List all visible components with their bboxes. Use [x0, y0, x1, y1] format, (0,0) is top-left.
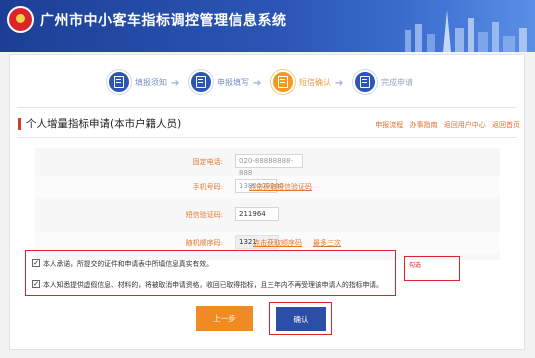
section-title: 个人增量指标申请(本市户籍人员)	[26, 118, 182, 130]
link-user-center[interactable]: 返回用户中心	[444, 121, 486, 129]
form-row-phone: 固定电话: 020-88888888-888	[35, 151, 500, 177]
random-label: 随机顺序码:	[185, 239, 223, 247]
checkbox-checked-icon[interactable]: ✓	[32, 280, 40, 288]
form-row-mobile: 手机号码: 1380000000 点击获取短信验证码	[35, 176, 500, 198]
application-form: 固定电话: 020-88888888-888 手机号码: 1380000000 …	[35, 148, 500, 260]
link-apply-process[interactable]: 申报流程	[375, 121, 403, 129]
section-marker	[18, 118, 21, 130]
top-links: 申报流程 办事指南 返回用户中心 返回首页	[371, 120, 520, 130]
step-3: 短信确认	[271, 70, 331, 94]
step-label: 申报填写	[217, 77, 249, 87]
check-document-icon	[353, 70, 377, 94]
max-three-times-link[interactable]: 最多三次	[313, 238, 341, 248]
check-note: 勾选	[409, 262, 422, 269]
get-sms-code-link[interactable]: 点击获取短信验证码	[249, 182, 312, 192]
phone-field[interactable]: 020-88888888-888	[235, 154, 303, 177]
agreement-text-1: 本人承诺，所提交的证件和申请表中所填信息真实有效。	[43, 260, 213, 268]
divider	[17, 107, 517, 108]
phone-label: 固定电话:	[192, 158, 223, 166]
agreement-line-2[interactable]: ✓ 本人知悉提供虚假信息、材料的，将被取消申请资格，收回已取得指标，且三年内不再…	[32, 279, 383, 289]
arrow-right-icon: ➔	[171, 78, 180, 89]
progress-steps: 填报须知 ➔ 申报填写 ➔ 短信确认 ➔ 完成申请	[93, 70, 453, 96]
step-4: 完成申请	[353, 70, 413, 94]
agreement-text-2: 本人知悉提供虚假信息、材料的，将被取消申请资格，收回已取得指标，且三年内不再受理…	[43, 281, 383, 289]
link-guide[interactable]: 办事指南	[410, 121, 438, 129]
get-random-code-link[interactable]: 点击获取顺序码	[253, 238, 302, 248]
arrow-right-icon: ➔	[253, 78, 262, 89]
step-label: 短信确认	[299, 77, 331, 87]
edit-icon	[189, 70, 213, 94]
mobile-label: 手机号码:	[192, 183, 223, 191]
confirm-button[interactable]: 确认	[276, 307, 326, 331]
form-row-sms: 短信验证码: 211964	[35, 204, 500, 226]
emblem-logo	[7, 6, 34, 33]
agreement-box: ✓ 本人承诺，所提交的证件和申请表中所填信息真实有效。 ✓ 本人知悉提供虚假信息…	[25, 250, 396, 296]
step-1: 填报须知	[107, 70, 167, 94]
check-note-box: 勾选	[404, 256, 460, 281]
checkbox-checked-icon[interactable]: ✓	[32, 259, 40, 267]
step-label: 填报须知	[135, 77, 167, 87]
arrow-right-icon: ➔	[335, 78, 344, 89]
city-skyline-image	[405, 10, 527, 52]
header-bar: 广州市中小客车指标调控管理信息系统	[0, 0, 535, 52]
step-2: 申报填写	[189, 70, 249, 94]
link-home[interactable]: 返回首页	[492, 121, 520, 129]
sms-code-field[interactable]: 211964	[235, 207, 279, 221]
sms-label: 短信验证码:	[185, 211, 223, 219]
agreement-line-1[interactable]: ✓ 本人承诺，所提交的证件和申请表中所填信息真实有效。	[32, 258, 213, 268]
step-label: 完成申请	[381, 77, 413, 87]
system-title: 广州市中小客车指标调控管理信息系统	[40, 13, 287, 29]
message-icon	[271, 70, 295, 94]
previous-button[interactable]: 上一步	[196, 306, 253, 331]
document-icon	[107, 70, 131, 94]
divider	[17, 137, 517, 138]
